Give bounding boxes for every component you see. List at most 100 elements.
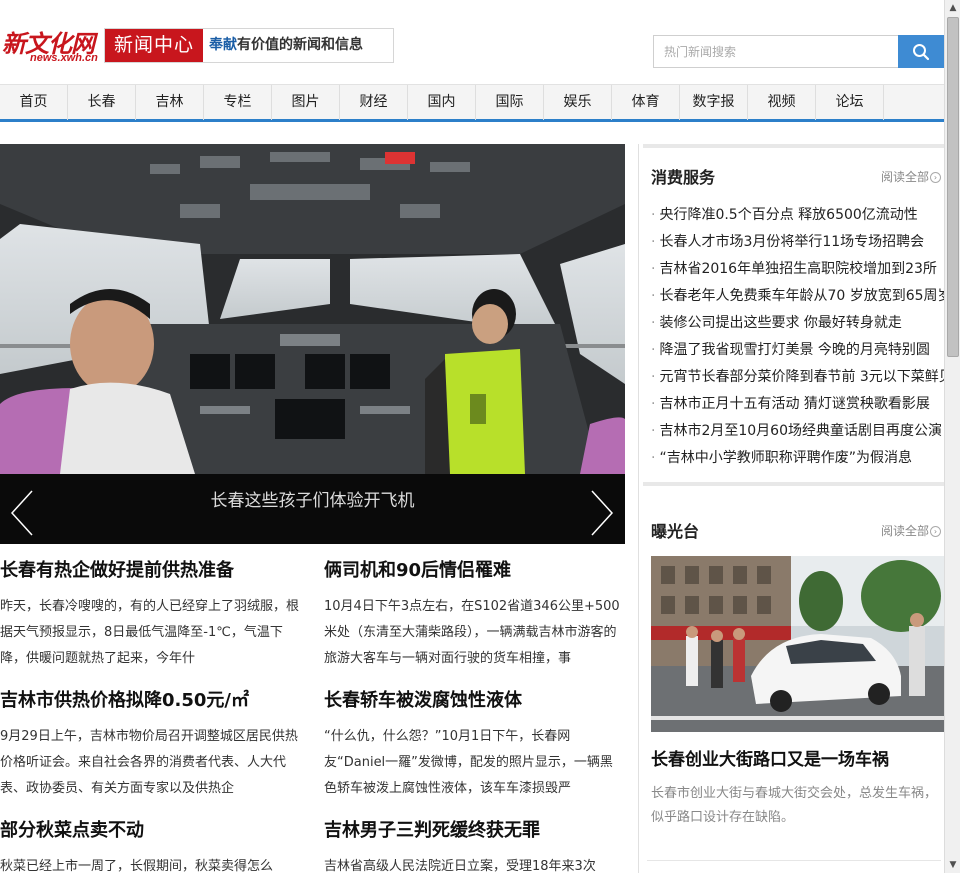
nav-item-sports[interactable]: 体育 (612, 85, 680, 120)
bullet-icon: · (651, 342, 656, 358)
list-item[interactable]: · 吉林省2016年单独招生高职院校增加到23所 (651, 256, 945, 283)
read-all-label: 阅读全部 (881, 524, 930, 538)
bullet-icon: · (651, 396, 656, 412)
news-link: “吉林中小学教师职称评聘作废”为假消息 (659, 450, 912, 466)
list-item[interactable]: · 降温了我省现雪打灯美景 今晚的月亮特别圆 (651, 337, 945, 364)
list-item[interactable]: · 装修公司提出这些要求 你最好转身就走 (651, 310, 945, 337)
slogan-accent: 奉献 (209, 37, 237, 53)
site-header: 新文化网 news.xwh.cn 新闻中心 奉献有价值的新闻和信息 (0, 0, 944, 84)
chevron-right-circle-icon: › (930, 172, 942, 183)
article-summary: 吉林省高级人民法院近日立案，受理18年来3次 (324, 859, 596, 873)
section-title[interactable]: 新闻中心 (105, 29, 203, 62)
bullet-icon: · (651, 450, 656, 466)
news-link: 吉林市正月十五有活动 猜灯谜赏秧歌看影展 (659, 396, 930, 412)
nav-item-column[interactable]: 专栏 (204, 85, 272, 120)
news-link: 吉林市2月至10月60场经典童话剧目再度公演 (659, 423, 942, 439)
scrollbar-thumb[interactable] (947, 17, 959, 357)
slogan-rest: 有价值的新闻和信息 (237, 37, 363, 53)
page-scrollbar[interactable]: ▲ ▼ (944, 0, 960, 873)
news-link: 长春老年人免费乘车年龄从70 岁放宽到65周岁 (659, 288, 945, 304)
list-item[interactable]: · “吉林中小学教师职称评聘作废”为假消息 (651, 445, 945, 472)
list-item[interactable]: · 央行降准0.5个百分点 释放6500亿流动性 (651, 202, 945, 229)
news-link: 降温了我省现雪打灯美景 今晚的月亮特别圆 (659, 342, 930, 358)
nav-item-forum[interactable]: 论坛 (816, 85, 884, 120)
article-item: 长春轿车被泼腐蚀性液体 “什么仇，什么怨？”10月1日下午，长春网友“Danie… (324, 686, 624, 796)
site-logo[interactable]: 新文化网 news.xwh.cn (0, 26, 104, 66)
article-item: 俩司机和90后情侣罹难 10月4日下午3点左右，在S102省道346公里+500… (324, 556, 624, 666)
main-nav: 首页 长春 吉林 专栏 图片 财经 国内 国际 娱乐 体育 数字报 视频 论坛 (0, 84, 944, 122)
article-item: 长春有热企做好提前供热准备 昨天，长春冷嗖嗖的，有的人已经穿上了羽绒服，根据天气… (0, 556, 300, 666)
news-link: 央行降准0.5个百分点 释放6500亿流动性 (659, 207, 918, 223)
article-title[interactable]: 吉林男子三判死缓终获无罪 (324, 816, 624, 842)
bullet-icon: · (651, 261, 656, 277)
news-link: 装修公司提出这些要求 你最好转身就走 (659, 315, 902, 331)
read-all-label: 阅读全部 (881, 170, 930, 184)
exposure-summary: 长春市创业大街与春城大街交会处，总发生车祸，似乎路口设计存在缺陷。 (651, 786, 938, 825)
chevron-right-circle-icon: › (930, 526, 942, 537)
article-summary: 昨天，长春冷嗖嗖的，有的人已经穿上了羽绒服，根据天气预报显示，8日最低气温降至-… (0, 599, 300, 666)
nav-item-jilin[interactable]: 吉林 (136, 85, 204, 120)
divider (647, 860, 941, 861)
search-box (653, 35, 944, 68)
slide-image[interactable] (0, 144, 625, 474)
list-item[interactable]: · 吉林市正月十五有活动 猜灯谜赏秧歌看影展 (651, 391, 945, 418)
search-icon (913, 44, 930, 61)
article-title[interactable]: 长春有热企做好提前供热准备 (0, 556, 300, 582)
bullet-icon: · (651, 369, 656, 385)
list-item[interactable]: · 长春老年人免费乘车年龄从70 岁放宽到65周岁 (651, 283, 945, 310)
scroll-up-icon[interactable]: ▲ (945, 0, 960, 16)
article-title[interactable]: 长春轿车被泼腐蚀性液体 (324, 686, 624, 712)
panel-title: 消费服务 (651, 168, 716, 187)
news-link: 元宵节长春部分菜价降到春节前 3元以下菜鲜见 (659, 369, 945, 385)
list-item[interactable]: · 吉林市2月至10月60场经典童话剧目再度公演 (651, 418, 945, 445)
news-list: · 央行降准0.5个百分点 释放6500亿流动性 · 长春人才市场3月份将举行11场… (651, 202, 945, 472)
bullet-icon: · (651, 288, 656, 304)
nav-item-digital-paper[interactable]: 数字报 (680, 85, 748, 120)
article-item: 吉林男子三判死缓终获无罪 吉林省高级人民法院近日立案，受理18年来3次 (324, 816, 624, 873)
news-link: 长春人才市场3月份将举行11场专场招聘会 (659, 234, 925, 250)
bullet-icon: · (651, 315, 656, 331)
slide-caption[interactable]: 长春这些孩子们体验开飞机 (0, 486, 625, 511)
read-all-link[interactable]: 阅读全部 › (881, 522, 942, 539)
article-title[interactable]: 吉林市供热价格拟降0.50元/㎡ (0, 686, 300, 712)
list-item[interactable]: · 长春人才市场3月份将举行11场专场招聘会 (651, 229, 945, 256)
article-summary: “什么仇，什么怨？”10月1日下午，长春网友“Daniel一羅”发微博，配发的照… (324, 729, 613, 796)
right-sidebar: 消费服务 阅读全部 › · 央行降准0.5个百分点 释放6500亿流动性 · 长春人才… (638, 144, 945, 873)
article-item: 部分秋菜点卖不动 秋菜已经上市一周了，长假期间，秋菜卖得怎么 (0, 816, 300, 873)
nav-item-pictures[interactable]: 图片 (272, 85, 340, 120)
photo-slider: 长春这些孩子们体验开飞机 (0, 144, 625, 544)
article-item: 吉林市供热价格拟降0.50元/㎡ 9月29日上午，吉林市物价局召开调整城区居民供… (0, 686, 300, 796)
read-all-link[interactable]: 阅读全部 › (881, 168, 942, 185)
slide-prev-button[interactable] (8, 489, 38, 537)
bullet-icon: · (651, 423, 656, 439)
article-title[interactable]: 俩司机和90后情侣罹难 (324, 556, 624, 582)
site-slogan: 奉献有价值的新闻和信息 (209, 29, 363, 62)
panel-title: 曝光台 (651, 522, 700, 541)
exposure-panel: 曝光台 阅读全部 › 长春创业大街路口又是一场车祸 长春市创业大街与春城大街交会… (643, 482, 945, 873)
nav-item-home[interactable]: 首页 (0, 85, 68, 120)
list-item[interactable]: · 元宵节长春部分菜价降到春节前 3元以下菜鲜见 (651, 364, 945, 391)
consumer-service-panel: 消费服务 阅读全部 › · 央行降准0.5个百分点 释放6500亿流动性 · 长春人才… (643, 144, 945, 482)
article-summary: 秋菜已经上市一周了，长假期间，秋菜卖得怎么 (0, 859, 274, 873)
bullet-icon: · (651, 234, 656, 250)
search-input[interactable] (653, 35, 898, 68)
article-title[interactable]: 部分秋菜点卖不动 (0, 816, 300, 842)
nav-item-domestic[interactable]: 国内 (408, 85, 476, 120)
exposure-headline[interactable]: 长春创业大街路口又是一场车祸 (651, 745, 889, 770)
news-link: 吉林省2016年单独招生高职院校增加到23所 (659, 261, 937, 277)
section-logo-box: 新闻中心 奉献有价值的新闻和信息 (104, 28, 394, 63)
nav-item-international[interactable]: 国际 (476, 85, 544, 120)
slide-next-button[interactable] (586, 489, 616, 537)
exposure-photo[interactable] (651, 556, 945, 732)
article-summary: 10月4日下午3点左右，在S102省道346公里+500米处（东清至大蒲柴路段）… (324, 599, 620, 666)
bullet-icon: · (651, 207, 656, 223)
logo-domain-text: news.xwh.cn (30, 52, 98, 64)
nav-item-video[interactable]: 视频 (748, 85, 816, 120)
nav-item-finance[interactable]: 财经 (340, 85, 408, 120)
chevron-left-icon (10, 490, 33, 536)
scroll-down-icon[interactable]: ▼ (945, 857, 960, 873)
nav-item-changchun[interactable]: 长春 (68, 85, 136, 120)
article-summary: 9月29日上午，吉林市物价局召开调整城区居民供热价格听证会。来自社会各界的消费者… (0, 729, 298, 796)
nav-item-entertainment[interactable]: 娱乐 (544, 85, 612, 120)
search-button[interactable] (898, 35, 944, 68)
